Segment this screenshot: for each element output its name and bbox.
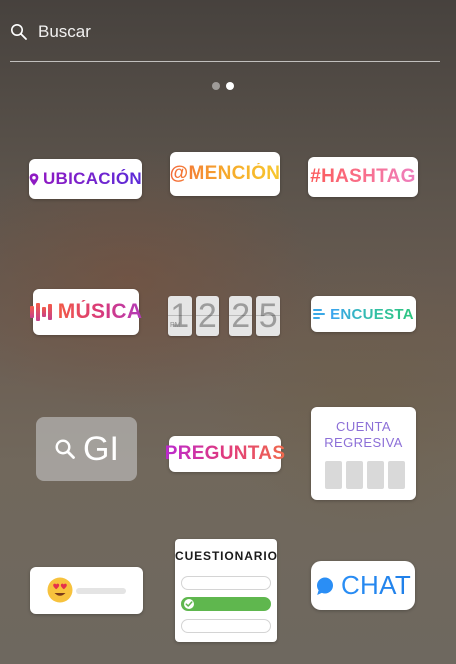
slider-track (76, 588, 126, 594)
questions-sticker[interactable]: PREGUNTAS (165, 436, 285, 472)
mention-sticker[interactable]: @MENCIÓN (170, 152, 280, 196)
poll-sticker-label: ENCUESTA (330, 305, 414, 323)
countdown-title-line-1: CUENTA (336, 419, 391, 434)
clock-digit-text: 1 (170, 296, 190, 335)
music-sticker[interactable]: MÚSICA (29, 289, 142, 335)
mention-sticker-label: @MENCIÓN (169, 163, 281, 184)
chat-sticker-label: CHAT (340, 570, 412, 600)
clock-digit-hour-ones: 2 (195, 296, 220, 336)
quiz-sticker-title: CUESTIONARIO (175, 549, 278, 563)
hashtag-sticker-label: #HASHTAG (310, 166, 416, 187)
search-icon (11, 24, 27, 40)
heart-eyes-face-icon (47, 577, 73, 603)
chat-sticker[interactable]: CHAT (311, 561, 415, 610)
poll-sticker[interactable]: ENCUESTA (311, 296, 416, 332)
emoji-slider-sticker[interactable] (30, 567, 143, 614)
location-sticker-label: UBICACIÓN (42, 169, 142, 188)
clock-digit-minute-ones: 5 (256, 296, 280, 336)
page-dot-2-active (226, 82, 234, 90)
gif-sticker-label: GI (83, 429, 119, 468)
clock-digit-text: 2 (197, 296, 217, 335)
page-indicator (212, 82, 234, 90)
time-sticker[interactable]: PM 1 2 2 5 (168, 296, 280, 336)
quiz-option (181, 619, 271, 633)
countdown-sticker[interactable]: CUENTA REGRESIVA (311, 407, 416, 500)
countdown-digit-boxes (325, 461, 405, 489)
clock-digit-text: 2 (231, 296, 251, 335)
clock-digit-minute-tens: 2 (228, 296, 253, 336)
hashtag-sticker[interactable]: #HASHTAG (308, 157, 418, 197)
search-input[interactable] (38, 20, 418, 44)
chat-bubble-icon (316, 577, 333, 595)
poll-lines-icon (313, 309, 326, 319)
location-pin-icon (29, 172, 39, 185)
search-bar[interactable] (10, 18, 440, 48)
page-dot-1 (212, 82, 220, 90)
gif-search-sticker[interactable]: GI (36, 417, 137, 481)
music-bars-icon (29, 303, 52, 321)
countdown-title-line-2: REGRESIVA (324, 435, 403, 450)
questions-sticker-label: PREGUNTAS (164, 443, 286, 464)
search-divider (10, 61, 440, 62)
check-icon (184, 599, 194, 609)
countdown-sticker-title: CUENTA REGRESIVA (311, 419, 416, 451)
quiz-option-correct (181, 597, 271, 611)
search-icon (55, 439, 75, 459)
location-sticker[interactable]: UBICACIÓN (29, 159, 142, 199)
quiz-option (181, 576, 271, 590)
music-sticker-label: MÚSICA (57, 300, 143, 323)
quiz-sticker[interactable]: CUESTIONARIO (175, 539, 277, 642)
clock-digit-text: 5 (258, 296, 278, 335)
clock-period-label: PM (170, 322, 181, 329)
clock-digit-hour-tens: PM 1 (168, 296, 192, 336)
